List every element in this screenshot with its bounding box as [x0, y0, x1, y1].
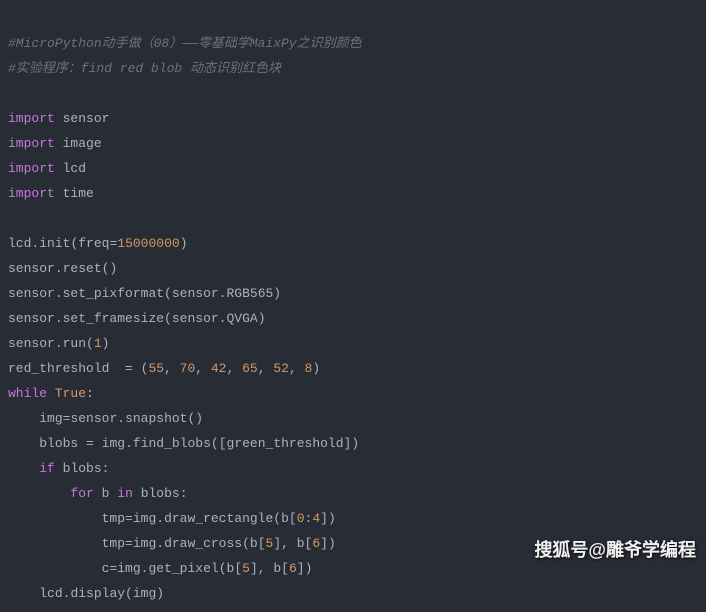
sensor-obj: sensor: [8, 261, 55, 276]
sensor-obj: sensor: [8, 311, 55, 326]
t2: 70: [180, 361, 196, 376]
b-var: b: [102, 486, 110, 501]
find-blobs-fn: find_blobs: [133, 436, 211, 451]
import-keyword: import: [8, 186, 55, 201]
tmp-var: tmp: [102, 536, 125, 551]
idx4: 4: [312, 511, 320, 526]
sensor-obj: sensor: [8, 286, 55, 301]
module-sensor: sensor: [63, 111, 110, 126]
run-fn: run: [63, 336, 86, 351]
idx6: 6: [312, 536, 320, 551]
framesize-fn: set_framesize: [63, 311, 164, 326]
rgb565: RGB565: [226, 286, 273, 301]
lcd-obj: lcd: [8, 236, 31, 251]
module-image: image: [63, 136, 102, 151]
snapshot-fn: snapshot: [125, 411, 187, 426]
module-time: time: [63, 186, 94, 201]
get-pixel-fn: get_pixel: [148, 561, 218, 576]
import-keyword: import: [8, 136, 55, 151]
display-fn: display: [70, 586, 125, 601]
qvga: QVGA: [226, 311, 257, 326]
init-fn: init: [39, 236, 70, 251]
idx0: 0: [297, 511, 305, 526]
watermark: 搜狐号@雕爷学编程: [534, 536, 696, 562]
draw-cross-fn: draw_cross: [164, 536, 242, 551]
img-var: img: [39, 411, 62, 426]
green-threshold: green_threshold: [227, 436, 344, 451]
module-lcd: lcd: [63, 161, 86, 176]
t4: 65: [242, 361, 258, 376]
tmp-var: tmp: [102, 511, 125, 526]
reset-fn: reset: [63, 261, 102, 276]
t3: 42: [211, 361, 227, 376]
in-keyword: in: [117, 486, 133, 501]
import-keyword: import: [8, 111, 55, 126]
comment-title: #MicroPython动手做（08）——零基础学MaixPy之识别颜色: [8, 36, 362, 51]
comment-desc: #实验程序：find red blob 动态识别红色块: [8, 61, 281, 76]
t5: 52: [273, 361, 289, 376]
blobs-var: blobs: [39, 436, 78, 451]
red-threshold-var: red_threshold: [8, 361, 109, 376]
idx5b: 5: [242, 561, 250, 576]
t1: 55: [148, 361, 164, 376]
pixformat-fn: set_pixformat: [63, 286, 164, 301]
run-value: 1: [94, 336, 102, 351]
if-keyword: if: [39, 461, 55, 476]
freq-value: 15000000: [117, 236, 179, 251]
true-keyword: True: [55, 386, 86, 401]
idx6b: 6: [289, 561, 297, 576]
draw-rect-fn: draw_rectangle: [164, 511, 273, 526]
freq-param: freq: [78, 236, 109, 251]
for-keyword: for: [70, 486, 93, 501]
sensor-obj: sensor: [8, 336, 55, 351]
import-keyword: import: [8, 161, 55, 176]
code-block: #MicroPython动手做（08）——零基础学MaixPy之识别颜色 #实验…: [0, 0, 706, 612]
while-keyword: while: [8, 386, 47, 401]
